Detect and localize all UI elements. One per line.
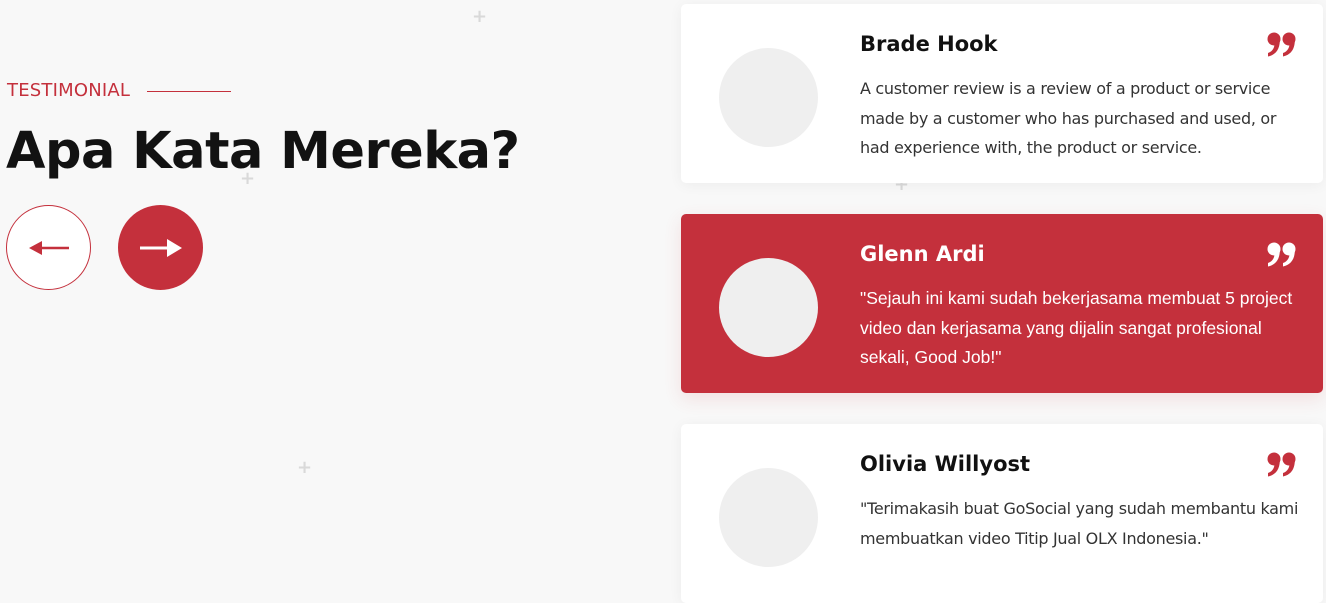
testimonial-card[interactable]: Brade Hook A customer review is a review… [681,4,1323,183]
testimonial-text: A customer review is a review of a produ… [860,79,1277,157]
avatar [719,258,818,357]
testimonial-name: Brade Hook [860,32,998,56]
decorative-plus-icon: + [297,457,313,478]
quote-icon [1267,242,1296,267]
avatar [719,48,818,147]
quote-icon [1267,32,1296,57]
testimonial-card-active[interactable]: Glenn Ardi "Sejauh ini kami sudah bekerj… [681,214,1323,393]
arrow-left-icon [28,240,69,255]
testimonial-text: "Terimakasih buat GoSocial yang sudah me… [860,499,1299,548]
testimonial-card[interactable]: Olivia Willyost "Terimakasih buat GoSoci… [681,424,1323,603]
testimonial-text: "Sejauh ini kami sudah bekerjasama membu… [860,288,1293,367]
previous-button[interactable] [6,205,91,290]
avatar [719,468,818,567]
section-eyebrow: TESTIMONIAL [7,80,232,101]
quote-icon [1267,452,1296,477]
testimonial-name: Olivia Willyost [860,452,1031,476]
section-title: Apa Kata Mereka? [6,122,520,181]
arrow-right-icon [139,238,182,257]
eyebrow-divider [147,90,232,92]
decorative-plus-icon: + [472,6,488,27]
eyebrow-label: TESTIMONIAL [7,80,131,101]
next-button[interactable] [118,205,203,290]
testimonial-name: Glenn Ardi [860,242,985,266]
